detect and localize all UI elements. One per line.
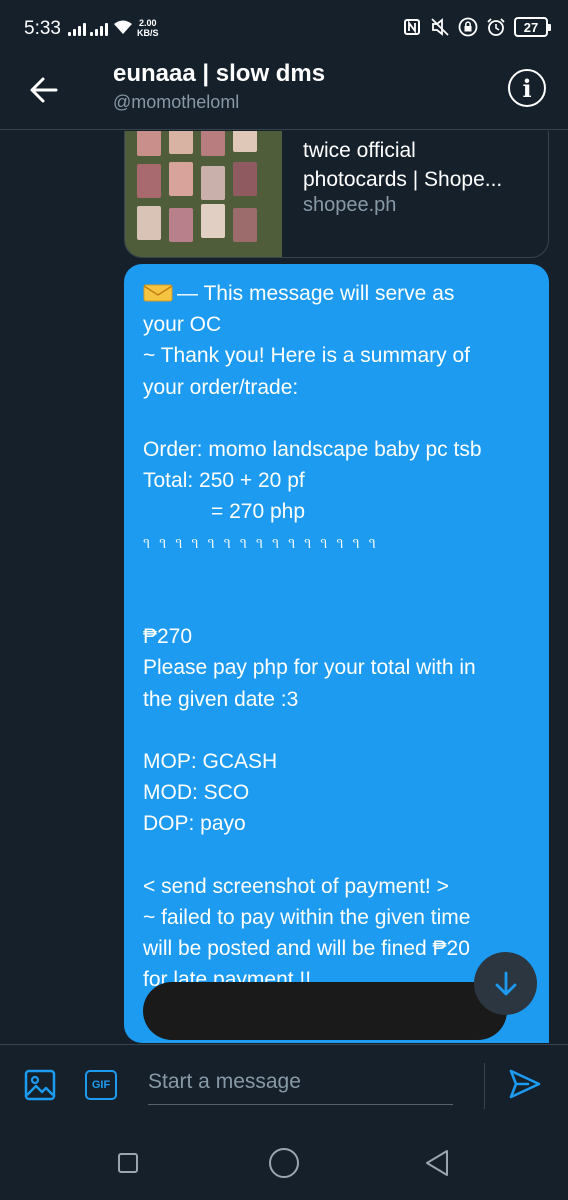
send-icon[interactable] — [508, 1067, 542, 1101]
message-line: the given date :3 — [143, 687, 299, 711]
message-line: — This message will serve as — [143, 278, 531, 309]
message-bubble[interactable]: — This message will serve as your OC ~ T… — [124, 264, 549, 1043]
message-line: your OC — [143, 313, 222, 337]
recents-icon[interactable] — [118, 1153, 138, 1173]
message-line: ~ failed to pay within the given time — [143, 905, 471, 929]
conversation-title[interactable]: eunaaa | slow dms — [113, 60, 325, 88]
message-line-decoration: ૧ ૧ ૧ ૧ ૧ ૧ ૧ ૧ ૧ ૧ ૧ ૧ ૧ ૧ ૧ — [143, 533, 379, 552]
signal-icon — [90, 22, 108, 36]
link-preview-card[interactable]: twice official photocards | Shope... sho… — [124, 131, 549, 258]
link-preview-thumbnail — [125, 131, 282, 257]
message-line — [143, 840, 531, 871]
envelope-icon — [143, 284, 173, 302]
link-preview-domain: shopee.ph — [303, 194, 397, 216]
message-line: MOD: SCO — [143, 781, 250, 805]
net-speed-unit: KB/S — [137, 28, 159, 38]
lock-icon — [458, 17, 478, 37]
status-icons: 27 — [402, 17, 551, 37]
status-time: 5:33 — [24, 18, 61, 39]
alarm-icon — [487, 18, 505, 36]
net-speed-value: 2.00 — [138, 18, 157, 28]
scroll-to-bottom-button[interactable] — [474, 952, 537, 1015]
battery-icon: 27 — [514, 17, 551, 37]
link-preview-title-line2: photocards | Shope... — [303, 168, 503, 191]
mute-icon — [431, 18, 449, 36]
conversation-handle[interactable]: @momotheloml — [113, 92, 239, 113]
message-line — [143, 559, 531, 590]
nav-back-icon[interactable] — [424, 1148, 450, 1178]
wifi-icon — [114, 20, 132, 34]
message-input[interactable] — [148, 1059, 453, 1105]
message-line: ₱270 — [143, 625, 193, 649]
conversation-header: eunaaa | slow dms @momotheloml i — [0, 52, 568, 130]
message-line: = 270 php — [211, 500, 306, 524]
message-line: MOP: GCASH — [143, 749, 278, 773]
message-line: DOP: payo — [143, 812, 246, 836]
message-line — [143, 590, 531, 621]
redaction-overlay — [143, 982, 507, 1040]
link-preview-title-line1: twice official — [303, 139, 416, 162]
message-line: < send screenshot of payment! > — [143, 874, 449, 898]
home-icon[interactable] — [269, 1148, 299, 1178]
composer-divider — [484, 1063, 485, 1109]
gif-button[interactable]: GIF — [85, 1070, 117, 1100]
message-line: Please pay php for your total with in — [143, 656, 476, 680]
net-speed: 2.00 KB/S — [137, 18, 159, 38]
nfc-icon — [404, 19, 420, 35]
message-line — [143, 715, 531, 746]
message-line: your order/trade: — [143, 375, 299, 399]
message-composer: GIF — [0, 1044, 568, 1126]
message-line: will be posted and will be fined ₱20 — [143, 937, 470, 961]
status-bar: 5:33 2.00 KB/S 27 — [0, 0, 568, 52]
message-line — [143, 403, 531, 434]
message-line: Total: 250 + 20 pf — [143, 469, 305, 493]
info-icon[interactable]: i — [508, 69, 546, 107]
image-icon[interactable] — [24, 1069, 56, 1101]
message-list[interactable]: twice official photocards | Shope... sho… — [0, 131, 568, 1044]
arrow-down-icon — [495, 971, 516, 995]
message-line-text: — This message will serve as — [177, 282, 455, 305]
system-nav-bar — [0, 1126, 568, 1200]
back-arrow-icon[interactable] — [26, 72, 62, 108]
message-line: Order: momo landscape baby pc tsb — [143, 438, 482, 461]
message-line: ~ Thank you! Here is a summary of — [143, 344, 470, 368]
signal-icon — [68, 22, 86, 36]
link-preview-title: twice official photocards | Shope... — [303, 136, 538, 194]
